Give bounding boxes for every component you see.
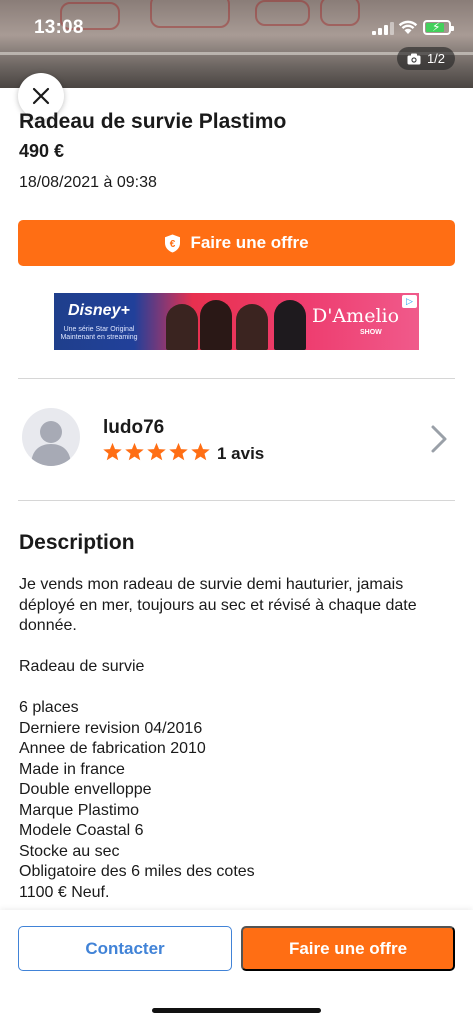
description-body: Je vends mon radeau de survie demi hautu… <box>19 575 459 903</box>
adchoices-icon[interactable]: ▷ <box>402 295 417 308</box>
ad-show-name: D'Amelio <box>312 305 400 327</box>
description-line: Annee de fabrication 2010 <box>19 740 206 757</box>
avatar <box>22 408 80 466</box>
close-icon <box>32 87 50 105</box>
seller-name: ludo76 <box>103 417 165 438</box>
description-line: 6 places <box>19 699 79 716</box>
description-paragraph: Je vends mon radeau de survie demi hautu… <box>19 576 417 634</box>
battery-icon: ⚡ <box>423 20 454 35</box>
description-category: Radeau de survie <box>19 658 145 675</box>
divider <box>18 500 455 501</box>
user-avatar-icon <box>31 421 71 466</box>
listing-date: 18/08/2021 à 09:38 <box>19 174 157 191</box>
listing-price: 490 € <box>19 141 65 161</box>
description-line: 1100 € Neuf. <box>19 883 110 901</box>
description-line: Double envelloppe <box>19 781 152 798</box>
star-icon <box>103 442 122 461</box>
contact-button[interactable]: Contacter <box>18 926 232 971</box>
ad-people-image <box>166 297 316 350</box>
ad-banner[interactable]: Disney+ Une série Star Original Maintena… <box>54 293 419 350</box>
make-offer-bottom-button[interactable]: Faire une offre <box>241 926 455 971</box>
ad-brand: Disney+ <box>68 302 130 319</box>
bottom-action-bar: Contacter Faire une offre <box>0 910 473 1024</box>
seller-card[interactable]: ludo76 1 avis <box>18 400 455 480</box>
star-icon <box>147 442 166 461</box>
ad-show-subtitle: SHOW <box>360 329 382 336</box>
star-icon <box>191 442 210 461</box>
wifi-icon <box>398 20 418 34</box>
star-icon <box>125 442 144 461</box>
chevron-right-icon[interactable] <box>428 424 450 454</box>
description-line: Stocke au sec <box>19 842 120 860</box>
photo-counter-text: 1/2 <box>426 51 446 66</box>
description-heading: Description <box>19 531 135 554</box>
description-line: Obligatoire des 6 miles des cotes <box>19 863 255 880</box>
camera-icon <box>407 53 421 64</box>
description-line: Derniere revision 04/2016 <box>19 719 203 737</box>
euro-shield-icon: € <box>165 234 181 252</box>
signal-icon <box>372 22 394 35</box>
description-line: Made in france <box>19 760 125 778</box>
make-offer-button[interactable]: € Faire une offre <box>18 220 455 266</box>
review-count: 1 avis <box>217 444 265 463</box>
star-icon <box>169 442 188 461</box>
svg-text:€: € <box>170 239 176 250</box>
ad-tagline: Une série Star Original Maintenant en st… <box>60 326 138 341</box>
divider <box>18 378 455 379</box>
description-line: Modele Coastal 6 <box>19 822 144 839</box>
home-indicator[interactable] <box>152 1008 321 1013</box>
rating-stars <box>102 442 211 462</box>
make-offer-label: Faire une offre <box>190 233 309 252</box>
listing-title: Radeau de survie Plastimo <box>19 110 287 133</box>
status-time: 13:08 <box>34 17 84 38</box>
photo-counter: 1/2 <box>397 47 455 70</box>
description-line: Marque Plastimo <box>19 801 140 819</box>
